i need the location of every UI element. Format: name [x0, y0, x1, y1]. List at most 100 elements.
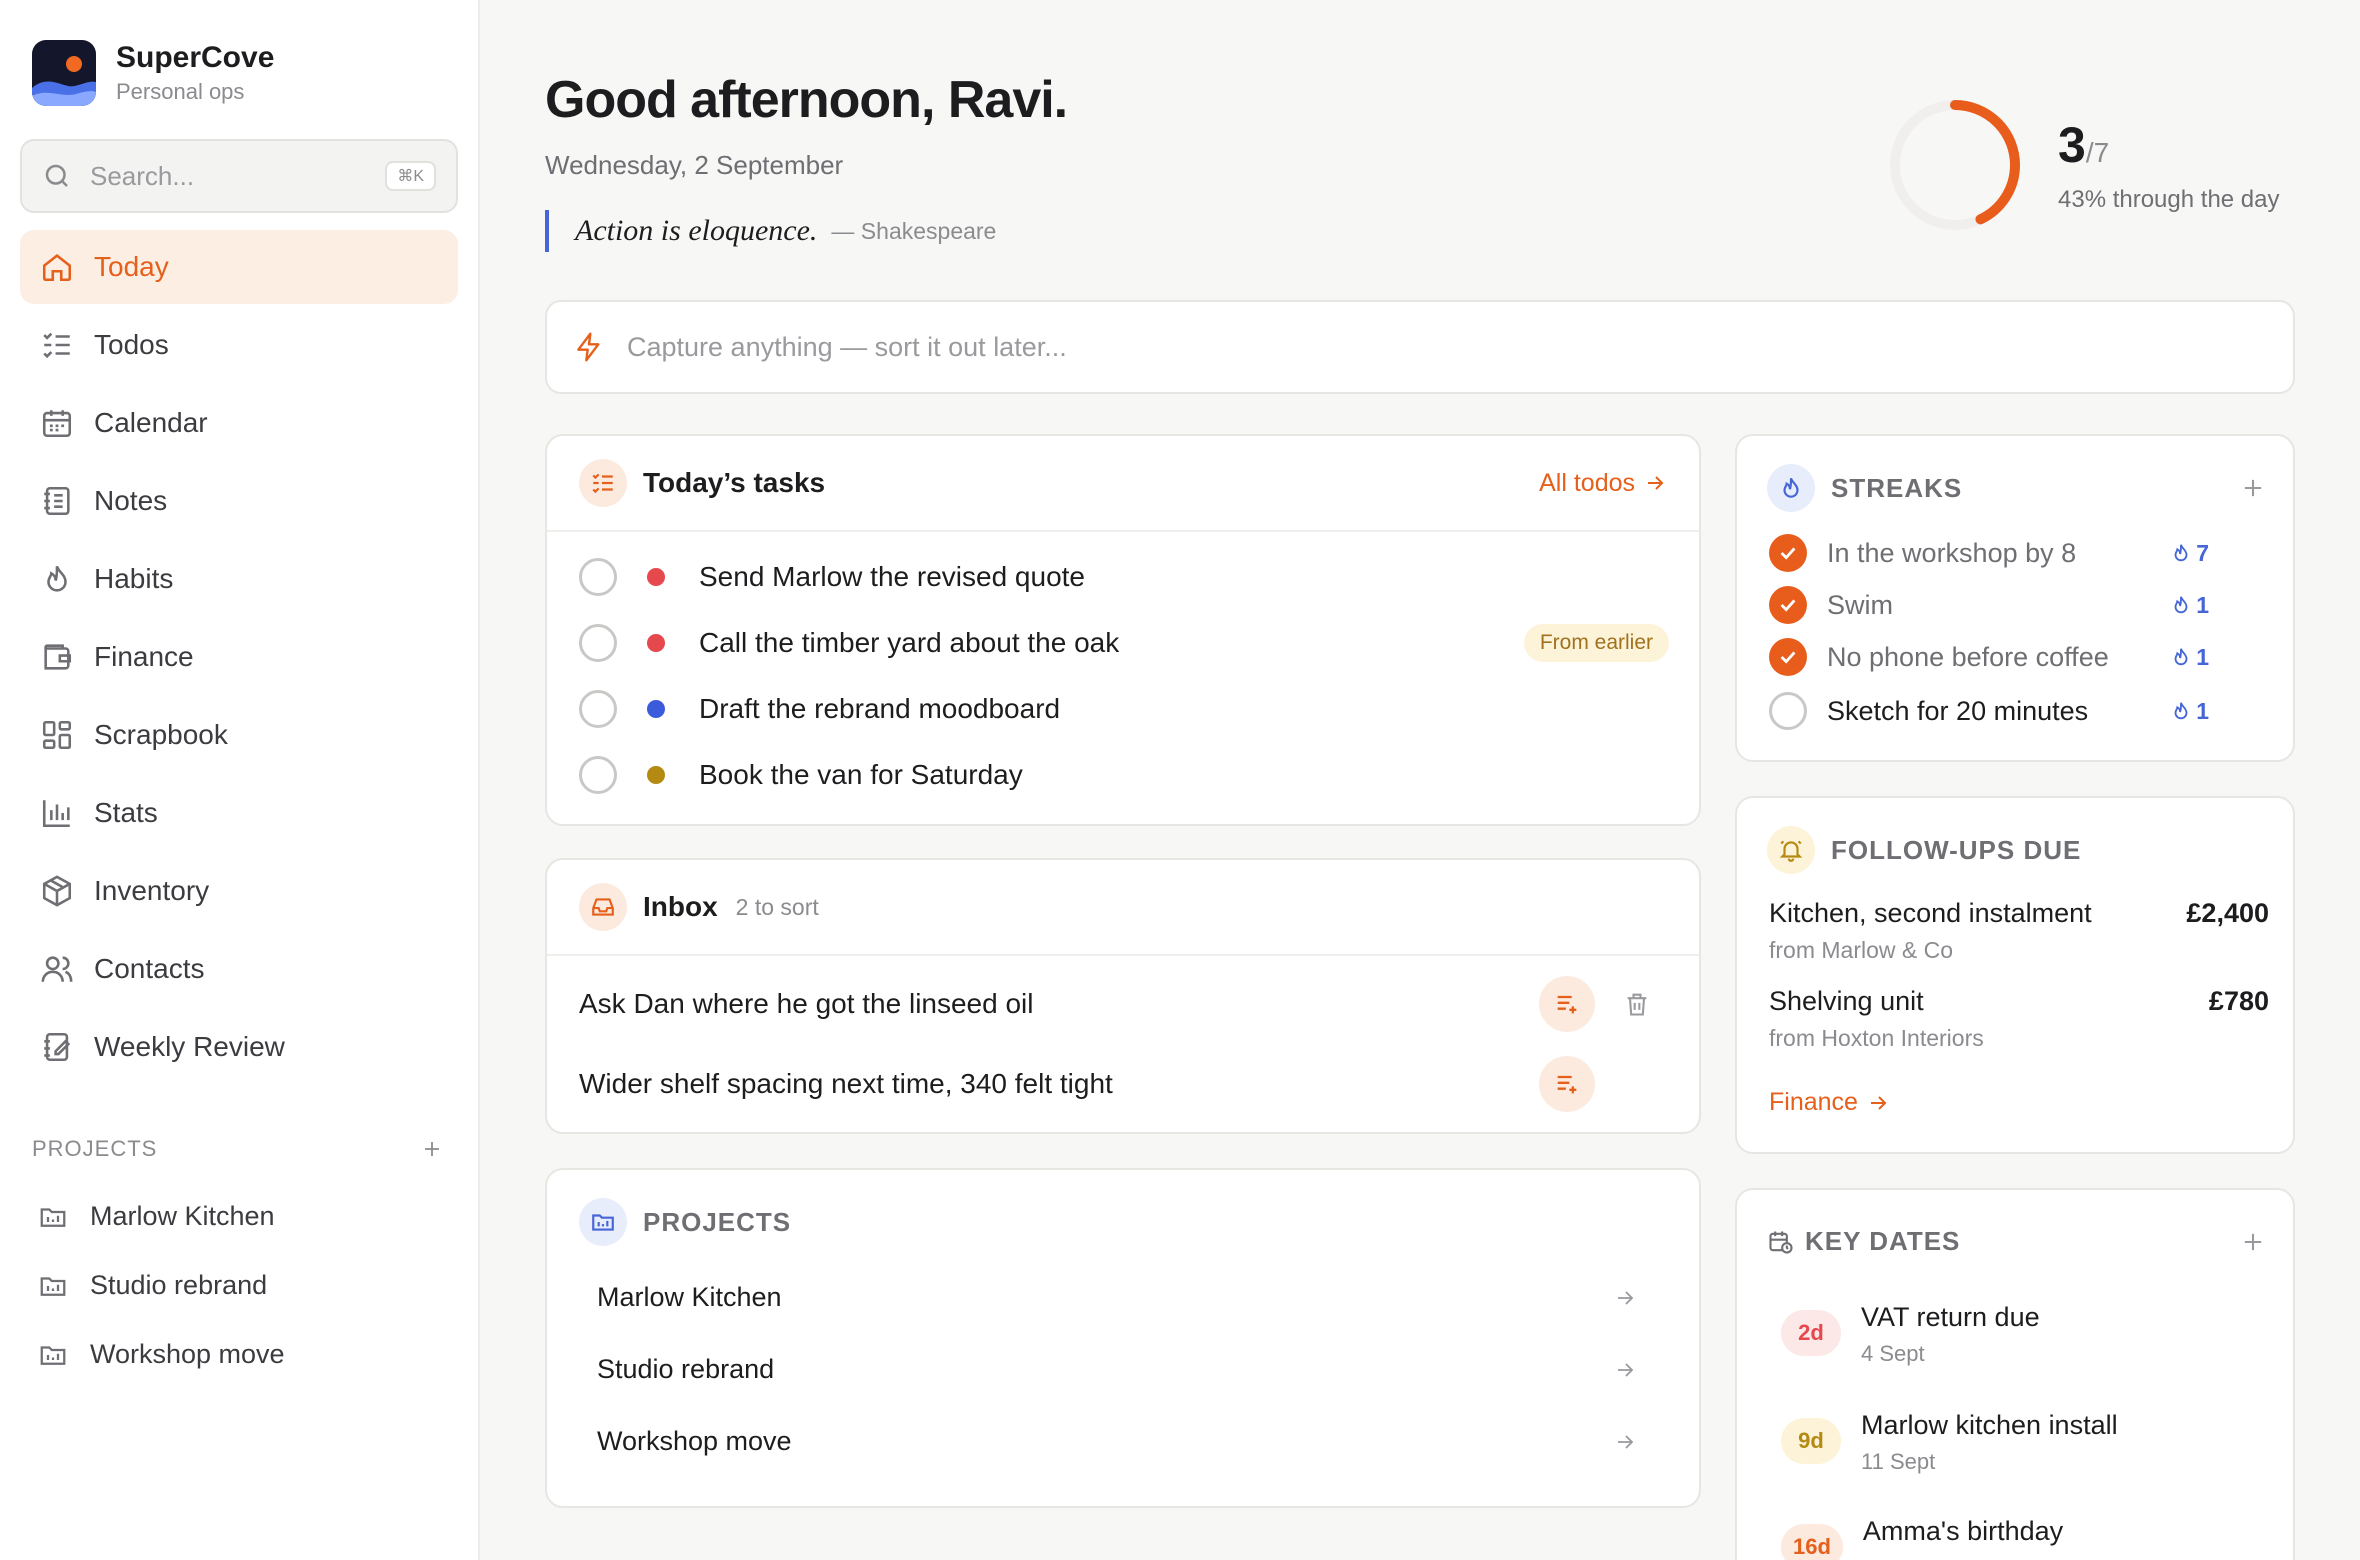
key-date-item[interactable]: 9d Marlow kitchen install 11 Sept: [1781, 1410, 2261, 1475]
task-row[interactable]: Call the timber yard about the oak From …: [579, 624, 1669, 662]
sidebar-project-item[interactable]: Studio rebrand: [38, 1251, 285, 1320]
streak-label: Swim: [1827, 589, 1893, 620]
sidebar-project-item[interactable]: Workshop move: [38, 1320, 285, 1389]
nav-item-notes[interactable]: Notes: [20, 464, 458, 538]
task-row[interactable]: Send Marlow the revised quote: [579, 558, 1669, 596]
nav-item-todos[interactable]: Todos: [20, 308, 458, 382]
folder-icon: [40, 1207, 66, 1227]
nav-label: Scrapbook: [94, 719, 228, 750]
days-left-badge: 9d: [1781, 1418, 1841, 1464]
streak-checkbox[interactable]: [1769, 586, 1807, 624]
streak-checkbox[interactable]: [1769, 638, 1807, 676]
priority-dot: [647, 634, 665, 652]
task-checkbox[interactable]: [579, 756, 617, 794]
streak-checkbox[interactable]: [1769, 692, 1807, 730]
inbox-item[interactable]: Ask Dan where he got the linseed oil: [579, 976, 1669, 1032]
nav-item-inventory[interactable]: Inventory: [20, 854, 458, 928]
nav-label: Weekly Review: [94, 1031, 285, 1062]
delete-button[interactable]: [1623, 990, 1651, 1018]
project-name: Marlow Kitchen: [597, 1282, 782, 1312]
streak-count: 1: [2170, 592, 2209, 619]
tasks-card-title: Today’s tasks: [643, 467, 826, 498]
nav-label: Finance: [94, 641, 194, 672]
flame-icon: [2174, 596, 2188, 614]
box-icon: [42, 875, 72, 907]
quote-block: Action is eloquence. — Shakespeare: [545, 210, 996, 252]
nav-item-weekly-review[interactable]: Weekly Review: [20, 1010, 458, 1084]
nav-item-calendar[interactable]: Calendar: [20, 386, 458, 460]
folder-chart-icon: [579, 1198, 627, 1246]
flame-icon: [2174, 702, 2188, 720]
todays-tasks-card: Today’s tasks All todos Send Marlow the …: [545, 434, 1701, 826]
add-key-date-icon[interactable]: [2239, 1228, 2267, 1256]
followups-card: FOLLOW-UPS DUE Kitchen, second instalmen…: [1735, 796, 2295, 1154]
project-row[interactable]: Workshop move: [597, 1426, 1637, 1457]
streaks-title: STREAKS: [1831, 472, 1963, 503]
nav-label: Inventory: [94, 875, 210, 906]
nav-item-habits[interactable]: Habits: [20, 542, 458, 616]
add-streak-icon[interactable]: [2239, 474, 2267, 502]
key-dates-title: KEY DATES: [1805, 1226, 1961, 1256]
convert-to-task-button[interactable]: [1539, 1056, 1595, 1112]
tasks-icon: [579, 459, 627, 507]
streak-row[interactable]: Swim 1: [1769, 586, 2209, 624]
search-input[interactable]: Search... ⌘K: [20, 139, 458, 213]
all-todos-link[interactable]: All todos: [1539, 469, 1667, 498]
nav-item-contacts[interactable]: Contacts: [20, 932, 458, 1006]
nav-item-finance[interactable]: Finance: [20, 620, 458, 694]
search-icon: [45, 164, 68, 187]
sidebar-project-label: Studio rebrand: [90, 1270, 268, 1300]
folder-icon: [40, 1276, 66, 1296]
task-row[interactable]: Book the van for Saturday: [579, 756, 1669, 794]
finance-link-label: Finance: [1769, 1088, 1858, 1116]
nav-item-today[interactable]: Today: [20, 230, 458, 304]
add-project-icon[interactable]: [420, 1137, 444, 1161]
sidebar-project-item[interactable]: Marlow Kitchen: [38, 1182, 285, 1251]
project-row[interactable]: Marlow Kitchen: [597, 1282, 1637, 1313]
streak-row[interactable]: Sketch for 20 minutes 1: [1769, 692, 2209, 730]
priority-dot: [647, 700, 665, 718]
quote-author: — Shakespeare: [831, 217, 997, 244]
followup-amount: £780: [2208, 986, 2269, 1016]
shortcut-badge: ⌘K: [385, 161, 436, 191]
streak-count-value: 7: [2196, 539, 2209, 566]
flame-icon: [47, 565, 67, 592]
task-checkbox[interactable]: [579, 558, 617, 596]
key-date-item[interactable]: 2d VAT return due 4 Sept: [1781, 1302, 2261, 1367]
key-date-item[interactable]: 16d Amma's birthday: [1781, 1516, 2261, 1560]
task-checkbox[interactable]: [579, 624, 617, 662]
all-todos-label: All todos: [1539, 468, 1635, 497]
project-row[interactable]: Studio rebrand: [597, 1354, 1637, 1385]
brand[interactable]: SuperCove Personal ops: [32, 40, 274, 106]
followup-item[interactable]: Kitchen, second instalment £2,400 from M…: [1769, 898, 2269, 964]
flame-icon: [1767, 464, 1815, 512]
day-progress-label: 43% through the day: [2058, 186, 2280, 213]
finance-link[interactable]: Finance: [1769, 1088, 1890, 1117]
convert-to-task-button[interactable]: [1539, 976, 1595, 1032]
check-icon: [1780, 547, 1796, 560]
followup-item[interactable]: Shelving unit £780 from Hoxton Interiors: [1769, 986, 2269, 1052]
streaks-card: STREAKS In the workshop by 8 7 Swim 1 No…: [1735, 434, 2295, 762]
task-text: Send Marlow the revised quote: [699, 561, 1085, 592]
followups-header: FOLLOW-UPS DUE: [1767, 826, 2267, 874]
streak-count-value: 1: [2196, 591, 2209, 618]
task-row[interactable]: Draft the rebrand moodboard: [579, 690, 1669, 728]
nav-label: Calendar: [94, 407, 208, 438]
task-text: Book the van for Saturday: [699, 759, 1023, 790]
days-left-badge: 2d: [1781, 1310, 1841, 1356]
list-add-icon: [1557, 995, 1577, 1014]
streak-row[interactable]: No phone before coffee 1: [1769, 638, 2209, 676]
streak-checkbox[interactable]: [1769, 534, 1807, 572]
task-text: Call the timber yard about the oak: [699, 627, 1120, 658]
task-checkbox[interactable]: [579, 690, 617, 728]
nav-item-scrapbook[interactable]: Scrapbook: [20, 698, 458, 772]
inbox-item[interactable]: Wider shelf spacing next time, 340 felt …: [579, 1056, 1669, 1112]
main-nav: Today Todos Calendar Notes Habits Financ…: [20, 230, 458, 1088]
arrow-right-icon: [1618, 1362, 1634, 1377]
project-name: Workshop move: [597, 1426, 792, 1456]
capture-input[interactable]: Capture anything — sort it out later...: [545, 300, 2295, 394]
trash-icon: [1627, 993, 1647, 1016]
nav-item-stats[interactable]: Stats: [20, 776, 458, 850]
inbox-count: 2 to sort: [735, 893, 819, 920]
streak-row[interactable]: In the workshop by 8 7: [1769, 534, 2209, 572]
